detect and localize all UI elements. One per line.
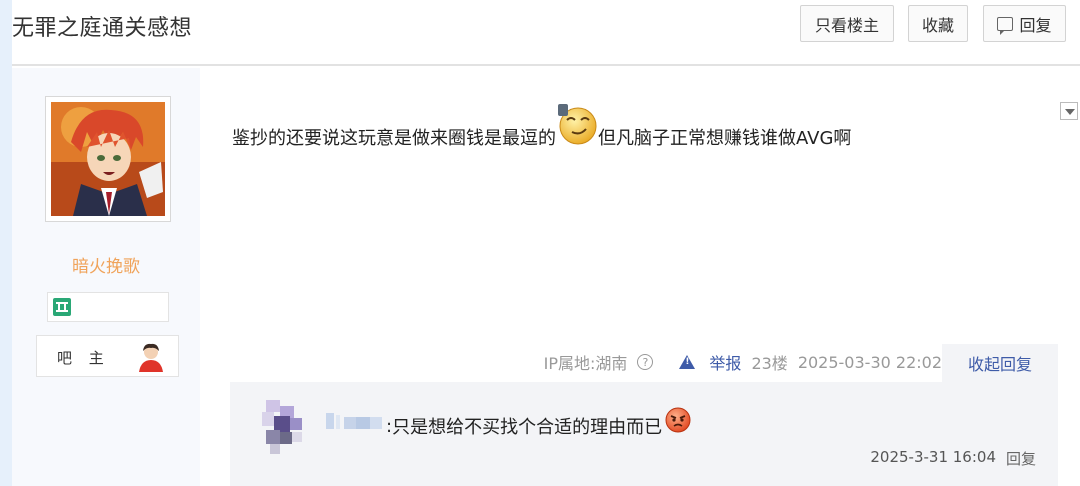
level-gem-icon bbox=[53, 298, 71, 316]
thread-title: 无罪之庭通关感想 bbox=[12, 16, 193, 41]
moderator-icon bbox=[139, 343, 163, 372]
comment-icon bbox=[997, 16, 1014, 35]
subreply-meta: 2025-3-31 16:04 回复 bbox=[870, 448, 1036, 469]
subreply-text: 只是想给不买找个合适的理由而已 bbox=[392, 417, 663, 438]
page-side-strip bbox=[0, 0, 12, 486]
only-op-button[interactable]: 只看楼主 bbox=[800, 5, 894, 42]
ip-location: IP属地:湖南 bbox=[543, 354, 628, 373]
report-link[interactable]: 举报 bbox=[669, 350, 741, 374]
role-label: 吧 主 bbox=[57, 349, 110, 367]
post-datetime: 2025-03-30 22:02 bbox=[797, 352, 942, 372]
avatar[interactable] bbox=[45, 96, 171, 222]
reply-button[interactable]: 回复 bbox=[983, 5, 1066, 42]
subreply-username[interactable] bbox=[326, 411, 386, 431]
subreply-list: : 只是想给不买找个合适的理由而已 2025-3-31 16:04 回复 bbox=[230, 382, 1058, 486]
author-column: 暗火挽歌 吧 主 bbox=[12, 68, 200, 486]
level-badge bbox=[47, 292, 169, 322]
reply-button-label: 回复 bbox=[1019, 15, 1052, 35]
post-text-part-1: 鉴抄的还要说这玩意是做来圈钱是最逗的 bbox=[232, 128, 556, 149]
collect-button[interactable]: 收藏 bbox=[908, 5, 968, 42]
thread-header: 无罪之庭通关感想 只看楼主 收藏 回复 bbox=[12, 0, 1080, 66]
help-icon[interactable]: ? bbox=[637, 354, 654, 370]
collapse-replies-button[interactable]: 收起回复 bbox=[942, 344, 1058, 382]
warning-icon bbox=[679, 355, 696, 369]
post-main: 鉴抄的还要说这玩意是做来圈钱是最逗的 但凡脑子正常想赚钱谁做AVG啊 IP属地:… bbox=[200, 68, 1080, 486]
subreply-avatar[interactable] bbox=[256, 398, 316, 458]
subreply-content: : 只是想给不买找个合适的理由而已 bbox=[386, 407, 692, 440]
avatar-image bbox=[51, 102, 165, 216]
smug-emoji-icon bbox=[558, 104, 597, 145]
subreply-reply-link[interactable]: 回复 bbox=[1006, 448, 1036, 469]
post-content: 鉴抄的还要说这玩意是做来圈钱是最逗的 但凡脑子正常想赚钱谁做AVG啊 bbox=[232, 104, 852, 150]
post-meta: IP属地:湖南 ? 举报 23楼 2025-03-30 22:02 bbox=[200, 344, 942, 380]
report-label: 举报 bbox=[709, 354, 742, 373]
post-text-part-2: 但凡脑子正常想赚钱谁做AVG啊 bbox=[598, 128, 852, 149]
author-name[interactable]: 暗火挽歌 bbox=[12, 252, 200, 277]
angry-emoji-icon bbox=[665, 407, 691, 433]
subreply-datetime: 2025-3-31 16:04 bbox=[870, 448, 996, 466]
floor-number: 23楼 bbox=[751, 354, 788, 373]
role-badge: 吧 主 bbox=[36, 335, 179, 377]
post-menu-dropdown-icon[interactable] bbox=[1060, 102, 1078, 120]
